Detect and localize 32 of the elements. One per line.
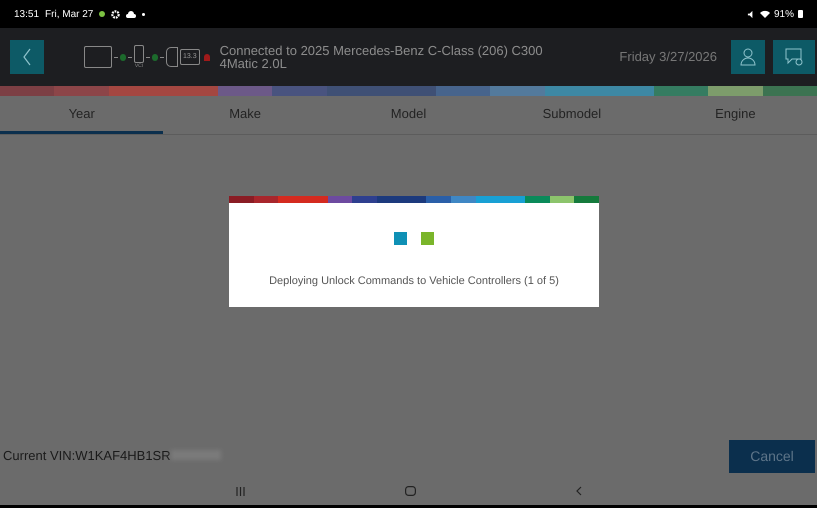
vci-device-icon	[134, 45, 144, 63]
status-time: 13:51	[14, 8, 40, 22]
connection-status: Connected to 2025 Mercedes-Benz C-Class (206) C300 4Matic 2.0L	[220, 44, 544, 70]
status-date: Fri, Mar 27	[45, 8, 94, 22]
back-button[interactable]	[10, 40, 44, 74]
vin-label: Current VIN:W1KAF4HB1SR	[3, 446, 171, 464]
loading-square-icon	[421, 232, 434, 245]
recent-apps-icon	[236, 486, 244, 496]
header-date: Friday 3/27/2026	[619, 48, 717, 66]
tab[interactable]: Engine	[654, 96, 817, 134]
battery-icon	[798, 10, 803, 18]
gear-icon	[111, 10, 120, 18]
dialog-message: Deploying Unlock Commands to Vehicle Controllers (1 of 5)	[268, 274, 560, 289]
home-icon	[404, 486, 416, 496]
cancel-button[interactable]: Cancel	[729, 440, 815, 473]
tab[interactable]: Make	[163, 96, 327, 134]
cloud-icon	[126, 10, 136, 18]
tab[interactable]: Year	[0, 96, 164, 134]
chat-bubble-icon	[784, 47, 804, 67]
chevron-left-icon	[22, 47, 32, 67]
tab[interactable]: Submodel	[490, 96, 654, 134]
wifi-icon	[760, 10, 770, 18]
tablet-icon	[84, 46, 112, 68]
car-icon	[166, 47, 178, 67]
tab[interactable]: Model	[326, 96, 490, 134]
back-icon	[576, 486, 582, 496]
person-icon	[740, 48, 756, 66]
battery-percent: 91%	[774, 8, 794, 22]
messages-button[interactable]	[773, 40, 815, 74]
lock-icon	[204, 54, 210, 60]
profile-button[interactable]	[731, 40, 765, 74]
loading-square-icon	[394, 232, 407, 245]
